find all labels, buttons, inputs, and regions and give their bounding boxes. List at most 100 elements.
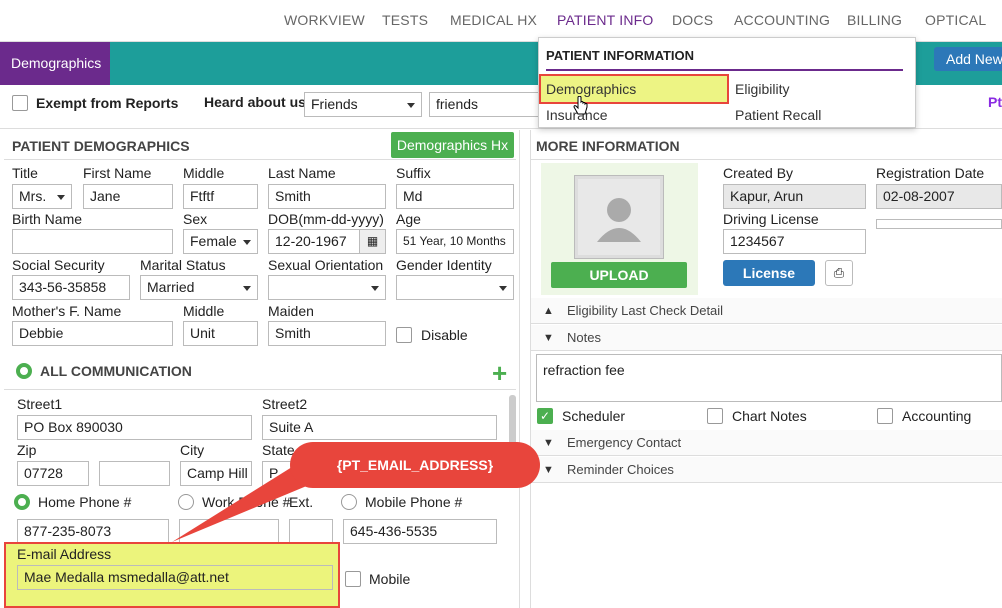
dob-field[interactable]: 12-20-1967 ▦ [268,229,386,254]
marital-status-select[interactable]: Married [140,275,258,300]
demographics-hx-button[interactable]: Demographics Hx [391,132,514,158]
mother-name-field[interactable]: Debbie [12,321,173,346]
city-field[interactable]: Camp Hill [180,461,252,486]
gender-identity-label: Gender Identity [396,257,492,273]
mobile-phone-field[interactable]: 645-436-5535 [343,519,497,544]
mother-middle-field[interactable]: Unit [183,321,258,346]
driving-license-field[interactable]: 1234567 [723,229,866,254]
sex-select[interactable]: Female [183,229,258,254]
accordion-emergency-label: Emergency Contact [567,435,682,450]
gender-identity-select[interactable] [396,275,514,300]
scheduler-checkbox[interactable]: ✓ [537,408,553,424]
nav-medical-hx[interactable]: MEDICAL HX [450,12,537,28]
accounting-checkbox[interactable] [877,408,893,424]
registration-date-field: 02-08-2007 [876,184,1002,209]
suffix-field[interactable]: Md [396,184,514,209]
nav-accounting[interactable]: ACCOUNTING [734,12,830,28]
chevron-down-icon [57,195,65,200]
email-field[interactable]: Mae Medalla msmedalla@att.net [17,565,333,590]
heard-about-detail-field[interactable]: friends [429,92,541,117]
title-select[interactable]: Mrs. [12,184,72,209]
scrollbar-thumb[interactable] [509,395,516,445]
accounting-label: Accounting [902,408,972,424]
chevron-down-icon [243,286,251,291]
sex-value: Female [190,233,237,249]
chevron-up-icon: ▲ [543,305,554,317]
work-phone-field[interactable] [179,519,279,544]
first-name-field[interactable]: Jane [83,184,173,209]
dob-value: 12-20-1967 [275,233,347,249]
nav-workview[interactable]: WORKVIEW [284,12,365,28]
add-new-button[interactable]: Add New [934,47,1002,71]
chevron-down-icon [407,103,415,108]
home-phone-field[interactable]: 877-235-8073 [17,519,169,544]
heard-about-label: Heard about us [204,94,306,110]
chevron-down-icon: ▼ [543,437,554,449]
upload-button[interactable]: UPLOAD [551,262,687,288]
nav-tests[interactable]: TESTS [382,12,428,28]
nav-docs[interactable]: DOCS [672,12,713,28]
hand-cursor-icon [573,96,588,115]
all-communication-radio[interactable] [16,363,32,379]
chevron-down-icon: ▼ [543,464,554,476]
sexual-orientation-select[interactable] [268,275,386,300]
scheduler-label: Scheduler [562,408,626,424]
zip-extension-field[interactable] [99,461,170,486]
tab-demographics[interactable]: Demographics [0,42,110,85]
home-phone-radio[interactable] [14,494,30,510]
created-by-field: Kapur, Arun [723,184,866,209]
accordion-reminder-choices[interactable]: ▼ Reminder Choices [531,457,1002,483]
email-label: E-mail Address [17,546,112,562]
avatar-placeholder [574,175,664,259]
heard-about-select[interactable]: Friends [304,92,422,117]
maiden-field[interactable]: Smith [268,321,386,346]
nav-optical[interactable]: OPTICAL [925,12,986,28]
street2-label: Street2 [262,396,308,412]
work-phone-radio[interactable] [178,494,194,510]
last-name-field[interactable]: Smith [268,184,386,209]
birth-name-field[interactable] [12,229,173,254]
city-label: City [180,442,205,458]
last-name-label: Last Name [268,165,336,181]
ext-field[interactable] [289,519,333,544]
mother-middle-label: Middle [183,303,225,319]
calendar-icon[interactable]: ▦ [359,230,385,253]
accordion-emergency-contact[interactable]: ▼ Emergency Contact [531,430,1002,456]
middle-name-field[interactable]: Ftftf [183,184,258,209]
menu-item-patient-recall[interactable]: Patient Recall [735,107,821,123]
disable-checkbox[interactable] [396,327,412,343]
menu-item-eligibility[interactable]: Eligibility [735,81,789,97]
suffix-label: Suffix [396,165,431,181]
nav-billing[interactable]: BILLING [847,12,902,28]
chevron-down-icon [243,240,251,245]
more-information-title: MORE INFORMATION [536,138,680,154]
top-navigation: WORKVIEW TESTS MEDICAL HX PATIENT INFO D… [0,0,1002,42]
license-button[interactable]: License [723,260,815,286]
nav-patient-info[interactable]: PATIENT INFO [557,12,654,28]
add-plus-icon[interactable]: + [492,360,507,386]
ssn-field[interactable]: 343-56-35858 [12,275,130,300]
marital-status-label: Marital Status [140,257,226,273]
state-label: State [262,442,295,458]
divider [4,159,516,160]
notes-textarea[interactable]: refraction fee [536,354,1002,402]
birth-name-label: Birth Name [12,211,83,227]
street1-label: Street1 [17,396,63,412]
first-name-label: First Name [83,165,152,181]
zip-field[interactable]: 07728 [17,461,89,486]
mobile-phone-radio[interactable] [341,494,357,510]
title-label: Title [12,165,38,181]
street2-field[interactable]: Suite A [262,415,497,440]
accordion-notes[interactable]: ▼ Notes [531,325,1002,351]
street1-field[interactable]: PO Box 890030 [17,415,252,440]
chart-notes-checkbox[interactable] [707,408,723,424]
email-mobile-checkbox[interactable] [345,571,361,587]
sex-label: Sex [183,211,208,227]
email-placeholder-callout: {PT_EMAIL_ADDRESS} [290,442,540,488]
menu-item-demographics[interactable]: Demographics [546,81,636,97]
print-icon[interactable]: ⎙ [825,260,853,286]
accordion-reminder-label: Reminder Choices [567,462,674,477]
age-label: Age [396,211,421,227]
exempt-checkbox[interactable] [12,95,28,111]
accordion-eligibility[interactable]: ▲ Eligibility Last Check Detail [531,298,1002,324]
